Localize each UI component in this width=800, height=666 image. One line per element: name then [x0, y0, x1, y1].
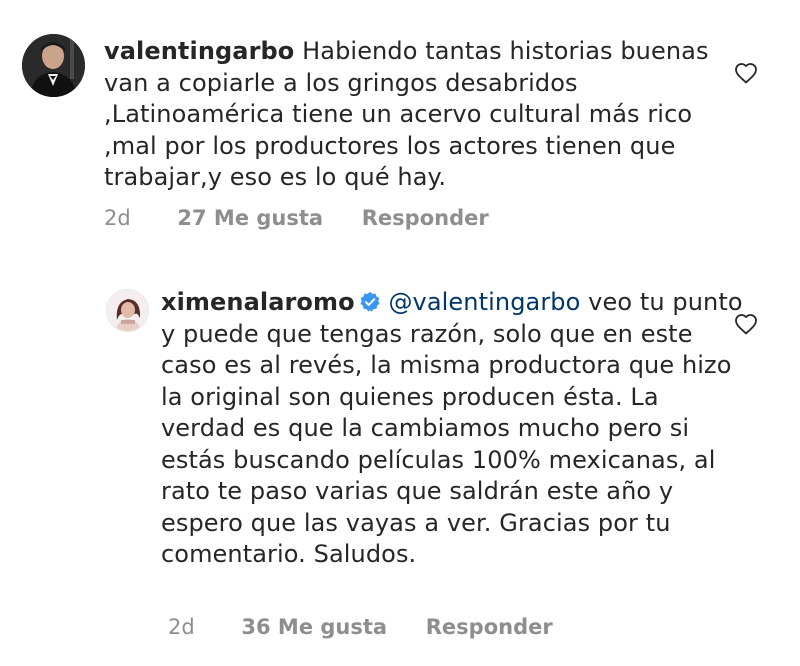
comment-meta: 2d 27 Me gusta Responder — [104, 206, 489, 230]
comment-time: 2d — [168, 615, 195, 639]
comment-body: veo tu punto y puede que tengas razón, s… — [161, 288, 743, 568]
comment-meta: 2d 36 Me gusta Responder — [168, 615, 553, 639]
verified-badge-icon — [360, 291, 380, 312]
avatar[interactable] — [22, 34, 85, 97]
comment-username[interactable]: ximenalaromo — [161, 288, 355, 316]
comment-time: 2d — [104, 206, 131, 230]
likes-count[interactable]: 36 Me gusta — [241, 615, 387, 639]
heart-outline-icon[interactable] — [734, 313, 758, 335]
reply-button[interactable]: Responder — [426, 615, 553, 639]
user-avatar-photo — [107, 290, 148, 331]
user-avatar-photo — [22, 34, 85, 97]
mention-link[interactable]: @valentingarbo — [388, 288, 580, 316]
comment-text: ximenalaromo @valentingarbo veo tu punto… — [161, 287, 746, 571]
reply-button[interactable]: Responder — [362, 206, 489, 230]
comment-text: valentingarbo Habiendo tantas historias … — [104, 36, 719, 194]
comment-username[interactable]: valentingarbo — [104, 37, 294, 65]
avatar[interactable] — [106, 289, 149, 332]
heart-outline-icon[interactable] — [734, 62, 758, 84]
likes-count[interactable]: 27 Me gusta — [177, 206, 323, 230]
